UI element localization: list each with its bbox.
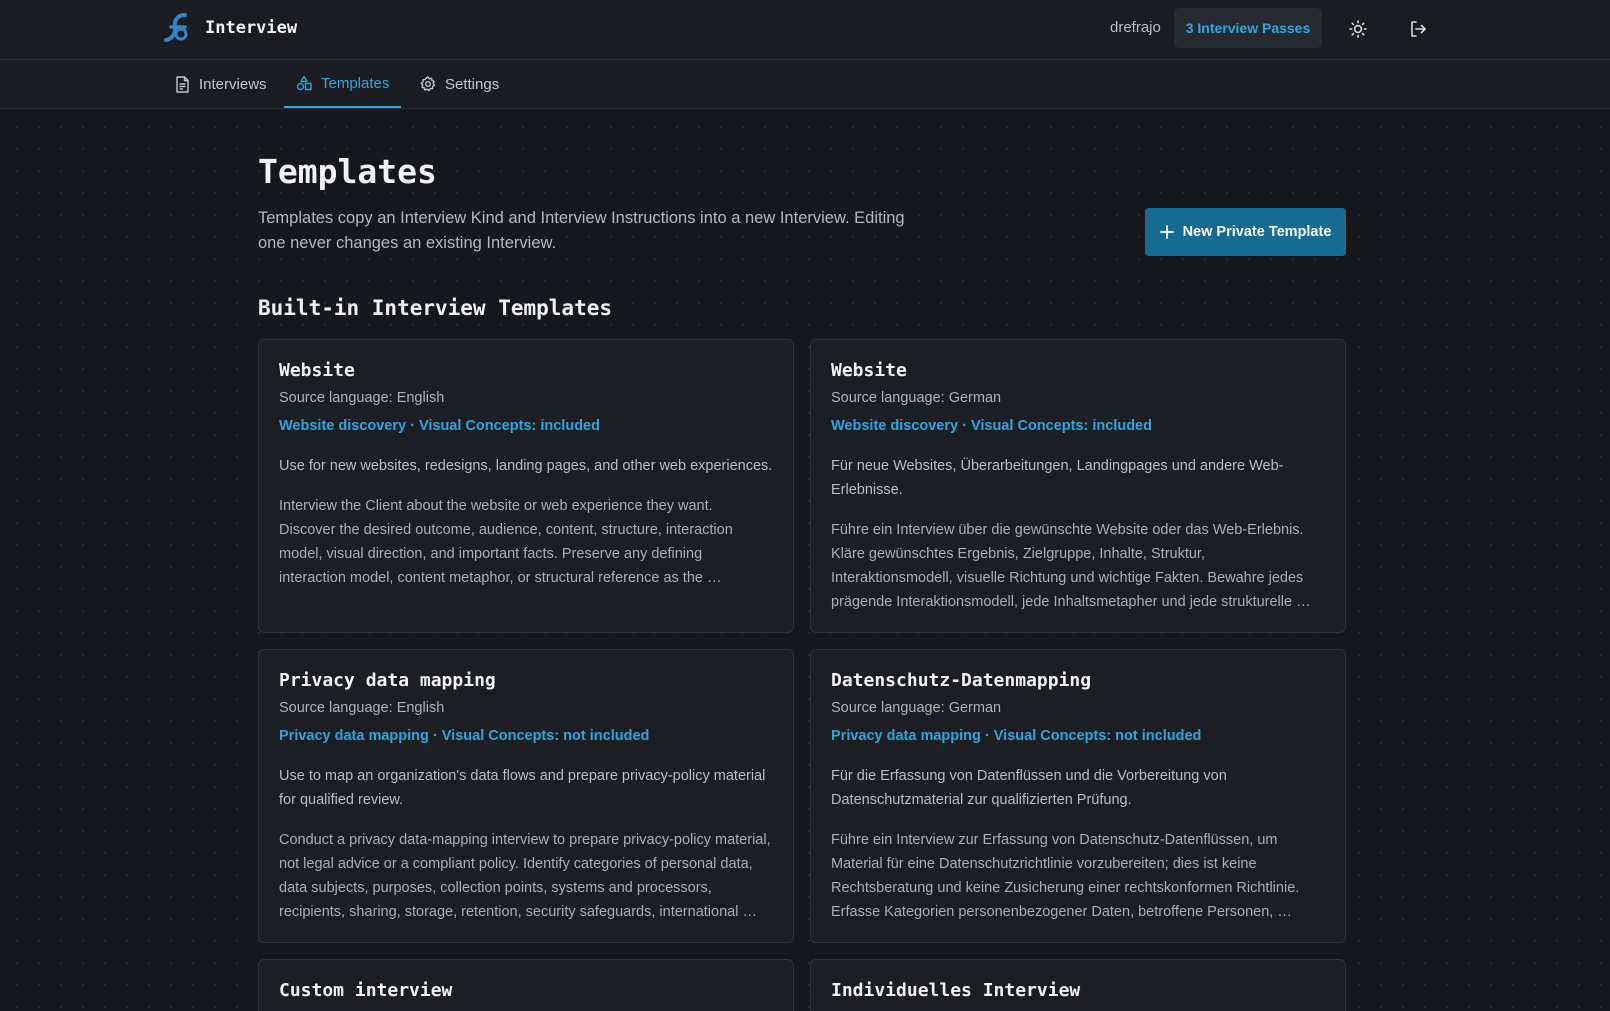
template-summary: Für neue Websites, Überarbeitungen, Land… <box>831 458 1284 498</box>
template-meta: Website discovery · Visual Concepts: inc… <box>279 418 600 434</box>
tab-templates[interactable]: Templates <box>284 60 402 108</box>
template-card[interactable]: Datenschutz-Datenmapping Source language… <box>810 649 1346 943</box>
logout-button[interactable] <box>1403 14 1433 44</box>
template-summary: Für die Erfassung von Datenflüssen und d… <box>831 768 1227 808</box>
new-private-template-label: New Private Template <box>1182 224 1332 240</box>
username: drefrajo <box>1110 19 1161 36</box>
new-private-template-button[interactable]: New Private Template <box>1145 208 1346 256</box>
logout-icon <box>1411 21 1426 37</box>
template-title: Privacy data mapping <box>279 670 496 691</box>
sun-icon <box>1349 20 1367 38</box>
template-card[interactable]: Website Source language: German Website … <box>810 339 1346 633</box>
template-language: Source language: English <box>279 700 445 716</box>
main-nav: Interviews Templates Settings <box>0 60 1610 109</box>
template-title: Website <box>831 360 907 381</box>
section-title: Built-in Interview Templates <box>258 296 613 320</box>
template-title: Website <box>279 360 355 381</box>
app-title: Interview <box>205 18 298 38</box>
gear-icon <box>420 76 436 92</box>
theme-toggle-button[interactable] <box>1343 14 1373 44</box>
tab-interviews[interactable]: Interviews <box>163 60 279 108</box>
interview-passes-button[interactable]: 3 Interview Passes <box>1174 8 1322 48</box>
app-logo-icon <box>164 13 188 42</box>
template-language: Source language: German <box>831 700 1002 716</box>
tab-interviews-label: Interviews <box>199 75 267 93</box>
tab-settings-label: Settings <box>445 75 500 93</box>
templates-icon <box>296 75 312 91</box>
template-card[interactable]: Website Source language: English Website… <box>258 339 794 633</box>
template-title: Custom interview <box>279 980 453 1001</box>
top-bar: Interview drefrajo 3 Interview Passes <box>0 0 1610 60</box>
template-meta: Website discovery · Visual Concepts: inc… <box>831 418 1152 434</box>
template-title: Individuelles Interview <box>831 980 1081 1001</box>
tab-templates-label: Templates <box>321 74 390 92</box>
template-meta: Privacy data mapping · Visual Concepts: … <box>831 728 1202 744</box>
template-description: Führe ein Interview über die gewünschte … <box>831 522 1311 610</box>
template-title: Datenschutz-Datenmapping <box>831 670 1092 691</box>
page-title: Templates <box>258 152 437 191</box>
template-summary: Use for new websites, redesigns, landing… <box>279 458 773 474</box>
template-summary: Use to map an organization's data flows … <box>279 768 766 808</box>
page-description: Templates copy an Interview Kind and Int… <box>258 209 905 252</box>
template-meta: Privacy data mapping · Visual Concepts: … <box>279 728 650 744</box>
template-card[interactable]: Privacy data mapping Source language: En… <box>258 649 794 943</box>
template-description: Führe ein Interview zur Erfassung von Da… <box>831 832 1300 920</box>
template-language: Source language: German <box>831 390 1002 406</box>
template-language: Source language: English <box>279 390 445 406</box>
document-icon <box>176 75 189 93</box>
tab-settings[interactable]: Settings <box>408 60 511 108</box>
plus-icon <box>1159 225 1174 239</box>
template-card[interactable]: Custom interview <box>258 959 794 1011</box>
template-card[interactable]: Individuelles Interview <box>810 959 1346 1011</box>
template-description: Conduct a privacy data-mapping interview… <box>279 832 771 920</box>
template-description: Interview the Client about the website o… <box>279 498 733 586</box>
brand[interactable]: Interview <box>163 12 297 44</box>
